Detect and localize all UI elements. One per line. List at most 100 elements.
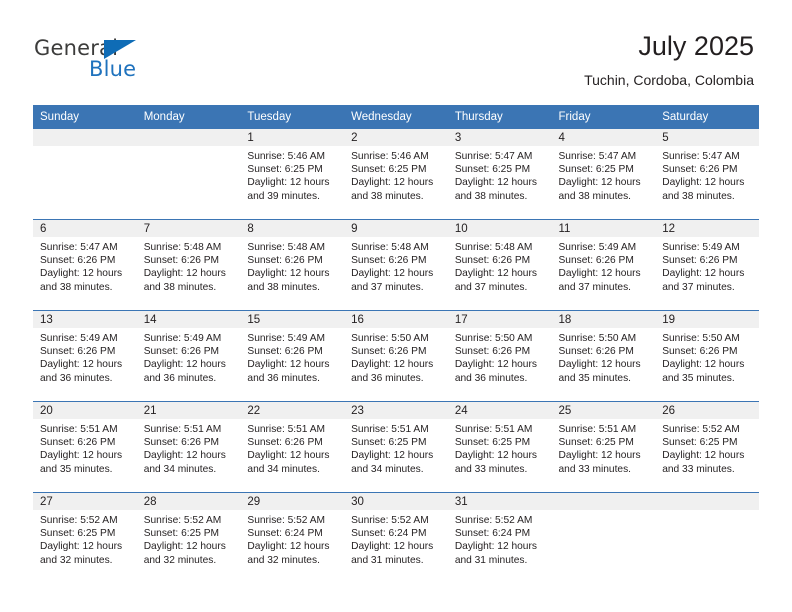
sunset-text: Sunset: 6:25 PM bbox=[558, 437, 634, 449]
calendar-day-cell[interactable]: 6 Sunrise: 5:47 AM Sunset: 6:26 PM Daylight… bbox=[33, 219, 137, 311]
page-header: General Blue July 2025 Tuchin, Cordoba, … bbox=[0, 0, 792, 104]
calendar-day-cell[interactable]: 9 Sunrise: 5:48 AM Sunset: 6:26 PM Daylight… bbox=[344, 219, 448, 311]
day-cell-inner: 3 Sunrise: 5:47 AM Sunset: 6:25 PM Daylight… bbox=[447, 129, 552, 219]
daylight-text-line2: and 36 minutes. bbox=[351, 372, 424, 384]
calendar-day-cell[interactable]: 12 Sunrise: 5:49 AM Sunset: 6:26 PM Dayligh… bbox=[655, 219, 759, 311]
sunset-text: Sunset: 6:26 PM bbox=[662, 346, 738, 358]
sunset-text: Sunset: 6:26 PM bbox=[662, 255, 738, 267]
day-cell-inner: 26 Sunrise: 5:52 AM Sunset: 6:25 PM Dayligh… bbox=[655, 402, 759, 492]
day-cell-inner: 17 Sunrise: 5:50 AM Sunset: 6:26 PM Dayligh… bbox=[447, 311, 552, 401]
calendar-day-cell[interactable]: 25 Sunrise: 5:51 AM Sunset: 6:25 PM Dayligh… bbox=[551, 401, 656, 493]
calendar-day-cell[interactable]: 19 Sunrise: 5:50 AM Sunset: 6:26 PM Dayligh… bbox=[655, 310, 759, 402]
calendar-day-cell[interactable]: 27 Sunrise: 5:52 AM Sunset: 6:25 PM Dayligh… bbox=[33, 492, 137, 583]
daylight-text-line1: Daylight: 12 hours bbox=[558, 450, 641, 462]
day-cell-inner: 21 Sunrise: 5:51 AM Sunset: 6:26 PM Dayligh… bbox=[136, 402, 241, 492]
sunset-text: Sunset: 6:25 PM bbox=[454, 437, 531, 449]
sunset-text: Sunset: 6:26 PM bbox=[40, 346, 116, 358]
sunset-text: Sunset: 6:26 PM bbox=[351, 255, 427, 267]
weekday-header-saturday: Saturday bbox=[655, 105, 759, 129]
day-number: 2 bbox=[344, 129, 448, 146]
day-cell-inner: 18 Sunrise: 5:50 AM Sunset: 6:26 PM Dayligh… bbox=[551, 311, 656, 401]
day-details bbox=[137, 146, 241, 150]
sunrise-text: Sunrise: 5:51 AM bbox=[351, 424, 429, 435]
day-number: 6 bbox=[33, 220, 137, 237]
calendar-day-cell[interactable]: 8 Sunrise: 5:48 AM Sunset: 6:26 PM Daylight… bbox=[240, 219, 345, 311]
daylight-text-line2: and 33 minutes. bbox=[558, 463, 632, 475]
calendar-day-cell[interactable]: 15 Sunrise: 5:49 AM Sunset: 6:26 PM Dayligh… bbox=[240, 310, 345, 402]
sunset-text: Sunset: 6:25 PM bbox=[662, 437, 738, 449]
daylight-text-line2: and 32 minutes. bbox=[247, 554, 320, 566]
day-details: Sunrise: 5:48 AM Sunset: 6:26 PM Daylight:… bbox=[344, 237, 448, 294]
day-details: Sunrise: 5:47 AM Sunset: 6:25 PM Daylight:… bbox=[448, 146, 552, 203]
calendar-day-cell[interactable]: 29 Sunrise: 5:52 AM Sunset: 6:24 PM Dayligh… bbox=[240, 492, 345, 583]
day-number: 23 bbox=[344, 402, 448, 419]
sunset-text: Sunset: 6:26 PM bbox=[40, 255, 116, 267]
daylight-text-line2: and 37 minutes. bbox=[351, 281, 424, 293]
calendar-day-cell[interactable]: 7 Sunrise: 5:48 AM Sunset: 6:26 PM Daylight… bbox=[136, 219, 241, 311]
day-cell-inner: 24 Sunrise: 5:51 AM Sunset: 6:25 PM Dayligh… bbox=[447, 402, 552, 492]
calendar-day-cell[interactable]: 13 Sunrise: 5:49 AM Sunset: 6:26 PM Dayligh… bbox=[33, 310, 137, 402]
calendar-day-cell[interactable]: 31 Sunrise: 5:52 AM Sunset: 6:24 PM Dayligh… bbox=[447, 492, 552, 583]
day-number: 13 bbox=[33, 311, 137, 328]
daylight-text-line2: and 38 minutes. bbox=[247, 281, 320, 293]
daylight-text-line1: Daylight: 12 hours bbox=[662, 268, 745, 280]
calendar-day-cell[interactable]: 4 Sunrise: 5:47 AM Sunset: 6:25 PM Daylight… bbox=[551, 129, 656, 220]
daylight-text-line1: Daylight: 12 hours bbox=[454, 450, 537, 462]
calendar-day-cell[interactable]: 20 Sunrise: 5:51 AM Sunset: 6:26 PM Dayligh… bbox=[33, 401, 137, 493]
day-details: Sunrise: 5:51 AM Sunset: 6:25 PM Daylight:… bbox=[552, 419, 656, 476]
sunset-text: Sunset: 6:26 PM bbox=[247, 255, 323, 267]
daylight-text-line1: Daylight: 12 hours bbox=[247, 450, 330, 462]
calendar-day-cell bbox=[551, 492, 656, 583]
calendar-day-cell[interactable]: 16 Sunrise: 5:50 AM Sunset: 6:26 PM Dayligh… bbox=[344, 310, 448, 402]
calendar-day-cell[interactable]: 10 Sunrise: 5:48 AM Sunset: 6:26 PM Dayligh… bbox=[447, 219, 552, 311]
day-number: 10 bbox=[447, 220, 552, 237]
sunset-text: Sunset: 6:26 PM bbox=[143, 255, 220, 267]
daylight-text-line2: and 36 minutes. bbox=[40, 372, 113, 384]
sunrise-text: Sunrise: 5:49 AM bbox=[143, 333, 222, 344]
sunrise-text: Sunrise: 5:52 AM bbox=[351, 515, 429, 526]
calendar-day-cell[interactable]: 23 Sunrise: 5:51 AM Sunset: 6:25 PM Dayligh… bbox=[344, 401, 448, 493]
day-cell-inner: 14 Sunrise: 5:49 AM Sunset: 6:26 PM Dayligh… bbox=[136, 311, 241, 401]
daylight-text-line2: and 36 minutes. bbox=[247, 372, 320, 384]
calendar-day-cell[interactable]: 17 Sunrise: 5:50 AM Sunset: 6:26 PM Dayligh… bbox=[447, 310, 552, 402]
general-blue-logo[interactable]: General Blue bbox=[34, 36, 164, 84]
sunrise-text: Sunrise: 5:50 AM bbox=[351, 333, 429, 344]
sunrise-text: Sunrise: 5:47 AM bbox=[662, 151, 740, 162]
calendar-day-cell[interactable]: 26 Sunrise: 5:52 AM Sunset: 6:25 PM Dayligh… bbox=[655, 401, 759, 493]
calendar-day-cell[interactable]: 28 Sunrise: 5:52 AM Sunset: 6:25 PM Dayligh… bbox=[136, 492, 241, 583]
daylight-text-line2: and 38 minutes. bbox=[558, 190, 632, 202]
calendar-day-cell[interactable]: 5 Sunrise: 5:47 AM Sunset: 6:26 PM Daylight… bbox=[655, 129, 759, 220]
location-subtitle: Tuchin, Cordoba, Colombia bbox=[584, 72, 754, 88]
daylight-text-line2: and 33 minutes. bbox=[454, 463, 528, 475]
calendar-day-cell[interactable]: 24 Sunrise: 5:51 AM Sunset: 6:25 PM Dayligh… bbox=[447, 401, 552, 493]
calendar-day-cell[interactable]: 1 Sunrise: 5:46 AM Sunset: 6:25 PM Daylight… bbox=[240, 129, 345, 220]
day-cell-inner: 4 Sunrise: 5:47 AM Sunset: 6:25 PM Daylight… bbox=[551, 129, 656, 219]
daylight-text-line1: Daylight: 12 hours bbox=[247, 268, 330, 280]
sunrise-text: Sunrise: 5:49 AM bbox=[662, 242, 740, 253]
calendar-day-cell[interactable]: 2 Sunrise: 5:46 AM Sunset: 6:25 PM Daylight… bbox=[344, 129, 448, 220]
day-details: Sunrise: 5:52 AM Sunset: 6:24 PM Daylight:… bbox=[448, 510, 552, 567]
day-details: Sunrise: 5:51 AM Sunset: 6:25 PM Daylight:… bbox=[344, 419, 448, 476]
daylight-text-line1: Daylight: 12 hours bbox=[40, 450, 123, 462]
daylight-text-line2: and 36 minutes. bbox=[143, 372, 217, 384]
calendar-day-cell[interactable]: 22 Sunrise: 5:51 AM Sunset: 6:26 PM Dayligh… bbox=[240, 401, 345, 493]
daylight-text-line1: Daylight: 12 hours bbox=[143, 450, 226, 462]
daylight-text-line1: Daylight: 12 hours bbox=[351, 268, 434, 280]
sunset-text: Sunset: 6:26 PM bbox=[558, 255, 634, 267]
calendar-day-cell[interactable]: 3 Sunrise: 5:47 AM Sunset: 6:25 PM Daylight… bbox=[447, 129, 552, 220]
calendar-day-cell[interactable]: 21 Sunrise: 5:51 AM Sunset: 6:26 PM Dayligh… bbox=[136, 401, 241, 493]
day-number bbox=[136, 129, 241, 146]
calendar-week-row: 13 Sunrise: 5:49 AM Sunset: 6:26 PM Dayligh… bbox=[33, 310, 759, 402]
day-number: 16 bbox=[344, 311, 448, 328]
daylight-text-line2: and 39 minutes. bbox=[247, 190, 320, 202]
calendar-day-cell[interactable]: 18 Sunrise: 5:50 AM Sunset: 6:26 PM Dayligh… bbox=[551, 310, 656, 402]
day-number: 28 bbox=[136, 493, 241, 510]
day-number: 5 bbox=[655, 129, 759, 146]
day-cell-inner: 9 Sunrise: 5:48 AM Sunset: 6:26 PM Daylight… bbox=[344, 220, 448, 310]
calendar-day-cell[interactable]: 11 Sunrise: 5:49 AM Sunset: 6:26 PM Dayligh… bbox=[551, 219, 656, 311]
daylight-text-line2: and 35 minutes. bbox=[558, 372, 632, 384]
calendar-day-cell[interactable]: 14 Sunrise: 5:49 AM Sunset: 6:26 PM Dayligh… bbox=[136, 310, 241, 402]
calendar-day-cell[interactable]: 30 Sunrise: 5:52 AM Sunset: 6:24 PM Dayligh… bbox=[344, 492, 448, 583]
day-number: 15 bbox=[240, 311, 345, 328]
day-number: 27 bbox=[33, 493, 137, 510]
